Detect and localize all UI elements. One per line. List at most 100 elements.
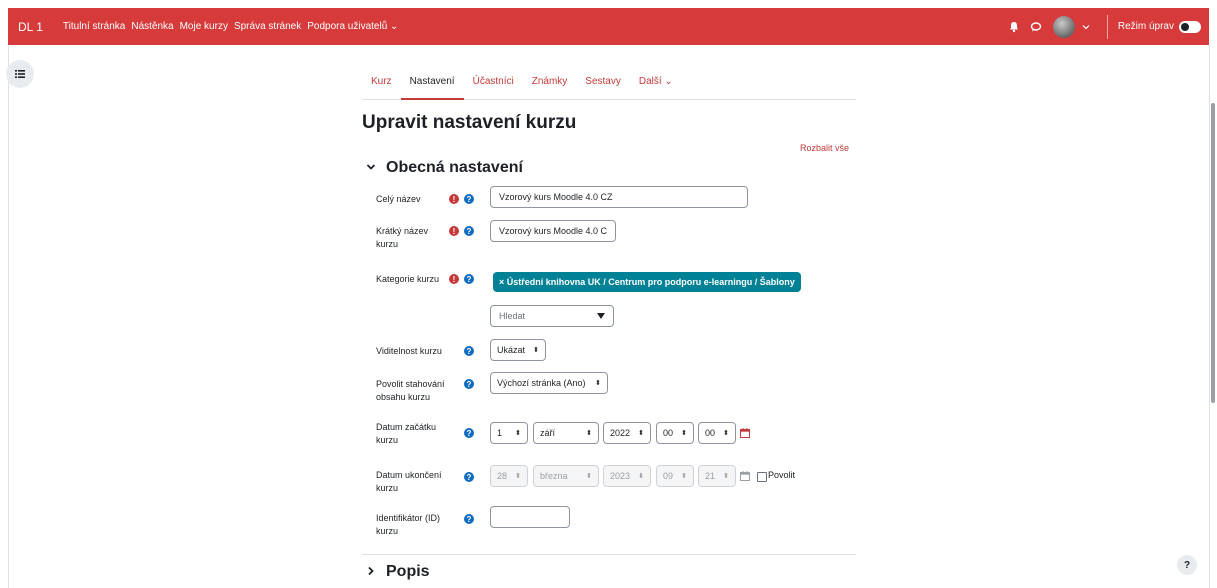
- enddate-hour-select: 09 ⬍: [656, 465, 694, 487]
- select-arrow-icon: ⬍: [515, 430, 521, 437]
- help-icon[interactable]: ?: [464, 472, 474, 482]
- help-icon[interactable]: ?: [464, 346, 474, 356]
- select-arrow-icon: ⬍: [595, 380, 601, 387]
- tab-participants[interactable]: Účastníci: [464, 72, 523, 99]
- page-border-left: [8, 45, 9, 588]
- help-icon[interactable]: ?: [464, 226, 474, 236]
- shortname-input[interactable]: Vzorový kurs Moodle 4.0 C: [490, 220, 616, 242]
- enddate-month-select: března ⬍: [533, 465, 599, 487]
- startdate-year-value: 2022: [610, 428, 631, 438]
- startdate-year-select[interactable]: 2022 ⬍: [603, 422, 651, 444]
- select-arrow-icon: ⬍: [638, 473, 644, 480]
- chevron-right-icon: [366, 566, 380, 579]
- chevron-down-icon[interactable]: [1079, 20, 1093, 34]
- fullname-input[interactable]: Vzorový kurs Moodle 4.0 CZ: [490, 186, 748, 208]
- select-arrow-icon: ⬍: [638, 430, 644, 437]
- fullname-label: Celý název: [376, 194, 421, 204]
- top-navbar: DL 1 Titulní stránka Nástěnka Moje kurzy…: [8, 8, 1209, 45]
- nav-link-my-courses[interactable]: Moje kurzy: [180, 21, 228, 32]
- page-border-right: [1209, 45, 1210, 588]
- required-icon: !: [449, 274, 459, 284]
- shortname-label-line1: Krátký název: [376, 226, 429, 236]
- enddate-minute-select: 21 ⬍: [698, 465, 736, 487]
- help-icon[interactable]: ?: [464, 514, 474, 524]
- bell-icon[interactable]: [1007, 20, 1021, 34]
- section-divider: [362, 554, 856, 555]
- help-icon[interactable]: ?: [464, 274, 474, 284]
- page-title: Upravit nastavení kurzu: [362, 112, 577, 133]
- tab-course[interactable]: Kurz: [362, 72, 401, 99]
- enddate-hour-value: 09: [663, 471, 674, 481]
- nav-link-user-support[interactable]: Podpora uživatelů ⌄: [307, 21, 398, 32]
- edit-mode-toggle[interactable]: [1179, 20, 1201, 33]
- messages-icon[interactable]: [1029, 20, 1043, 34]
- category-search-placeholder: Hledat: [499, 311, 526, 321]
- section-general-title: Obecná nastavení: [386, 159, 523, 176]
- download-content-value: Výchozí stránka (Ano): [497, 378, 586, 388]
- category-label: Kategorie kurzu: [376, 274, 440, 284]
- select-arrow-icon: ⬍: [681, 473, 687, 480]
- category-selected-chip[interactable]: × Ústřední knihovna UK / Centrum pro pod…: [493, 272, 801, 292]
- edit-mode-switch[interactable]: Režim úprav: [1117, 20, 1201, 33]
- startdate-label-line1: Datum začátku: [376, 422, 437, 432]
- category-search-dropdown[interactable]: Hledat: [490, 305, 614, 327]
- enddate-day-select: 28 ⬍: [490, 465, 528, 487]
- select-arrow-icon: ⬍: [533, 347, 539, 354]
- enddate-minute-value: 21: [705, 471, 716, 481]
- user-avatar[interactable]: [1052, 15, 1075, 38]
- course-index-drawer-button[interactable]: [6, 60, 34, 88]
- visibility-label: Viditelnost kurzu: [376, 346, 442, 356]
- visibility-select[interactable]: Ukázat ⬍: [490, 339, 546, 361]
- select-arrow-icon: ⬍: [723, 473, 729, 480]
- startdate-label-line2: kurzu: [376, 435, 399, 445]
- enddate-year-value: 2023: [610, 471, 631, 481]
- tab-more[interactable]: Další ⌄: [630, 72, 682, 99]
- site-brand[interactable]: DL 1: [18, 20, 43, 34]
- edit-mode-label: Režim úprav: [1117, 21, 1174, 32]
- section-general-header[interactable]: Obecná nastavení: [366, 159, 523, 177]
- download-content-select[interactable]: Výchozí stránka (Ano) ⬍: [490, 372, 608, 394]
- idnumber-label-line2: kurzu: [376, 526, 399, 536]
- page-scrollbar[interactable]: [1211, 103, 1215, 403]
- expand-all-link[interactable]: Rozbalit vše: [800, 143, 849, 153]
- download-label-line1: Povolit stahování: [376, 379, 445, 389]
- startdate-minute-value: 00: [705, 428, 716, 438]
- required-icon: !: [449, 226, 459, 236]
- select-arrow-icon: ⬍: [681, 430, 687, 437]
- startdate-day-select[interactable]: 1 ⬍: [490, 422, 528, 444]
- startdate-hour-select[interactable]: 00 ⬍: [656, 422, 694, 444]
- tab-reports[interactable]: Sestavy: [576, 72, 630, 99]
- startdate-minute-select[interactable]: 00 ⬍: [698, 422, 736, 444]
- help-icon[interactable]: ?: [464, 428, 474, 438]
- chevron-down-icon: [366, 162, 380, 175]
- calendar-icon[interactable]: [740, 428, 750, 438]
- select-arrow-icon: ⬍: [586, 430, 592, 437]
- enddate-year-select: 2023 ⬍: [603, 465, 651, 487]
- section-description-title: Popis: [386, 563, 430, 580]
- nav-link-home[interactable]: Titulní stránka: [63, 21, 125, 32]
- tab-grades[interactable]: Známky: [523, 72, 577, 99]
- idnumber-input[interactable]: [490, 506, 570, 528]
- startdate-day-value: 1: [497, 428, 503, 438]
- help-icon[interactable]: ?: [464, 194, 474, 204]
- enddate-day-value: 28: [497, 471, 508, 481]
- enddate-label-line2: kurzu: [376, 483, 399, 493]
- startdate-month-select[interactable]: září ⬍: [533, 422, 599, 444]
- enddate-enable-label[interactable]: Povolit: [768, 470, 795, 480]
- nav-link-site-admin[interactable]: Správa stránek: [234, 21, 301, 32]
- startdate-month-value: září: [540, 428, 556, 438]
- help-question-button[interactable]: ?: [1177, 555, 1197, 575]
- visibility-value: Ukázat: [497, 345, 526, 355]
- shortname-label-line2: kurzu: [376, 239, 399, 249]
- tab-settings[interactable]: Nastavení: [400, 72, 464, 100]
- list-icon: [15, 70, 25, 78]
- select-arrow-icon: ⬍: [586, 473, 592, 480]
- nav-link-dashboard[interactable]: Nástěnka: [131, 21, 173, 32]
- enddate-enable-checkbox[interactable]: [757, 472, 767, 482]
- section-description-header[interactable]: Popis: [366, 563, 430, 581]
- course-secondary-nav: Kurz Nastavení Účastníci Známky Sestavy …: [362, 72, 856, 100]
- enddate-month-value: března: [540, 471, 568, 481]
- help-icon[interactable]: ?: [464, 379, 474, 389]
- enddate-label-line1: Datum ukončení: [376, 470, 442, 480]
- startdate-hour-value: 00: [663, 428, 674, 438]
